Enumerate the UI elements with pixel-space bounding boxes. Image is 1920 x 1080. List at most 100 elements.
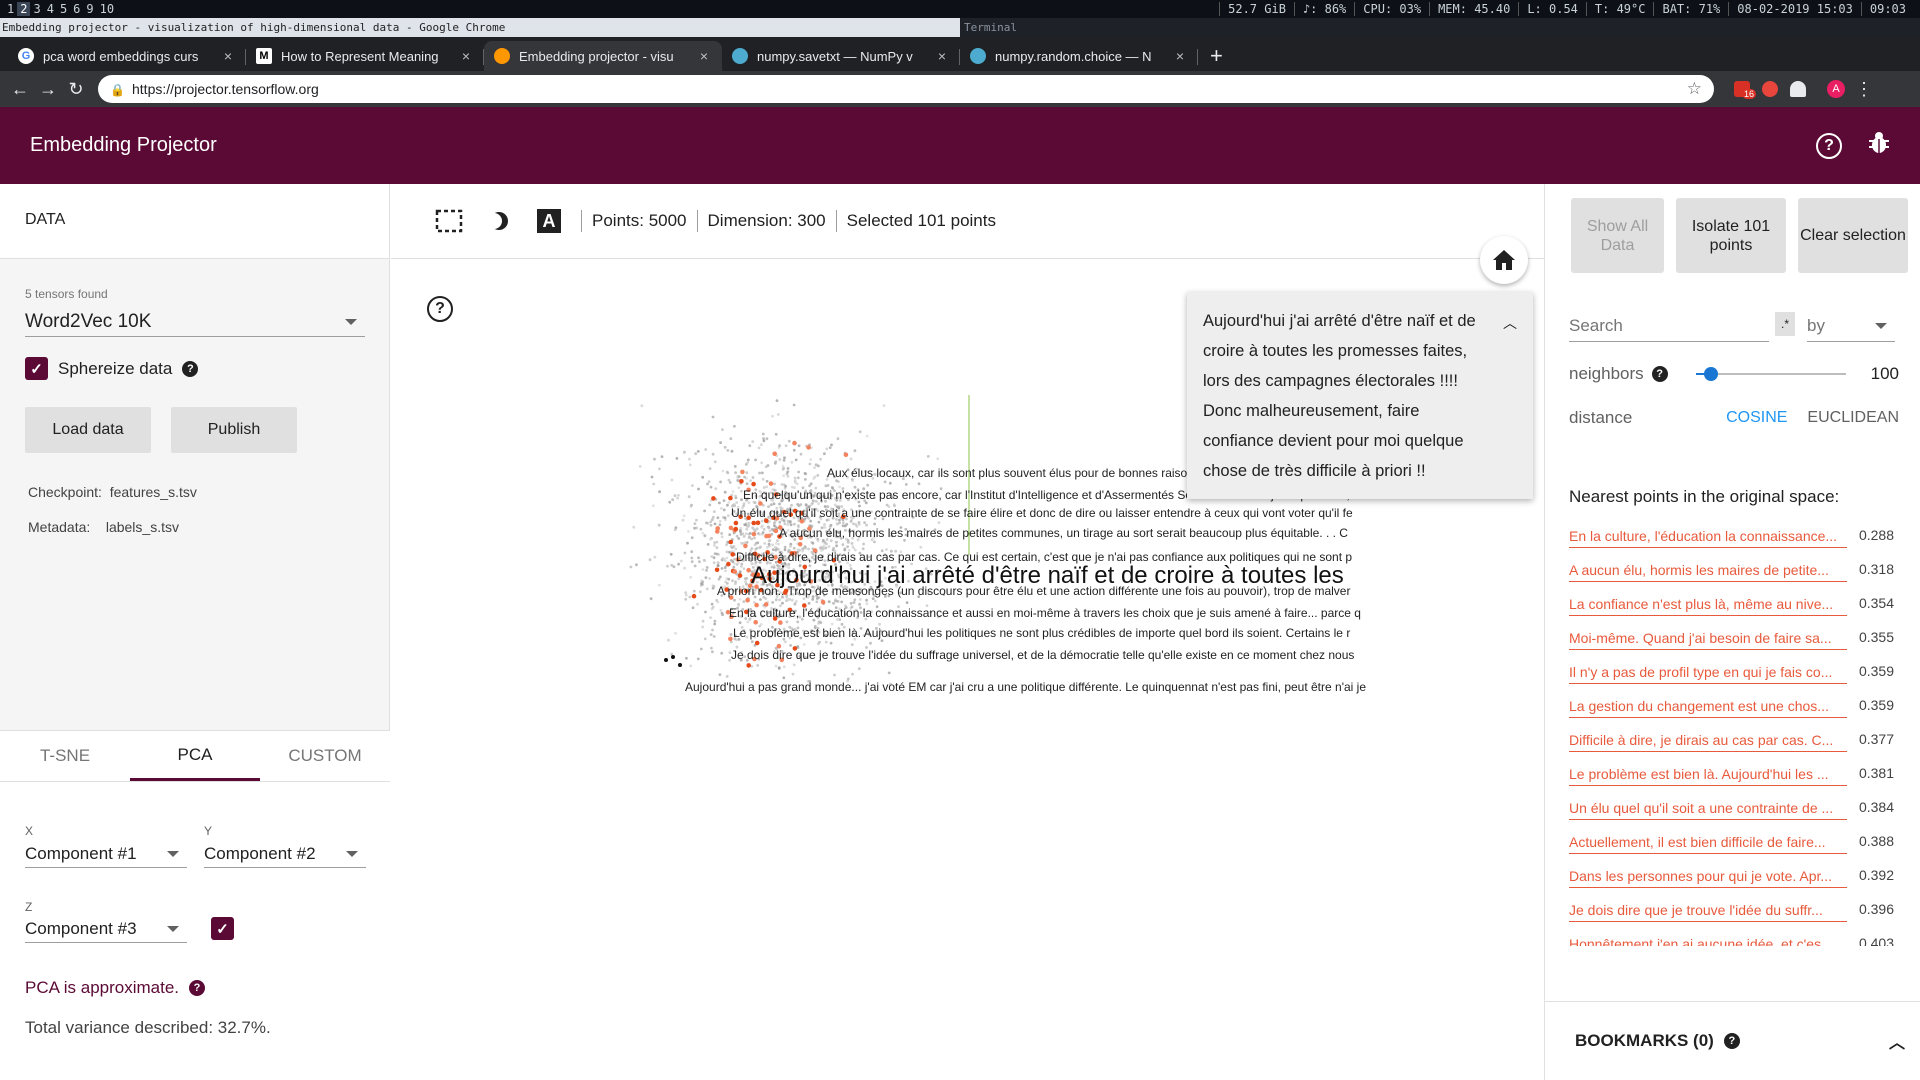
embedding-point[interactable] bbox=[746, 461, 749, 464]
embedding-point[interactable] bbox=[857, 667, 861, 671]
embedding-point[interactable] bbox=[713, 622, 717, 626]
nearest-point-label[interactable]: Honnêtement j'en ai aucune idée, et c'es… bbox=[1569, 934, 1847, 946]
embedding-point[interactable] bbox=[754, 458, 757, 462]
embedding-point[interactable] bbox=[726, 449, 730, 452]
embedding-point[interactable] bbox=[711, 605, 715, 609]
embedding-point[interactable] bbox=[751, 476, 755, 479]
embedding-point[interactable] bbox=[714, 487, 718, 490]
embedding-point[interactable] bbox=[883, 480, 887, 484]
embedding-point[interactable] bbox=[760, 525, 763, 529]
embedding-point[interactable] bbox=[744, 580, 747, 584]
address-bar[interactable]: 🔒 https://projector.tensorflow.org ☆ bbox=[98, 75, 1714, 103]
embedding-point[interactable] bbox=[744, 532, 748, 535]
embedding-point[interactable] bbox=[685, 656, 688, 660]
embedding-point[interactable] bbox=[715, 546, 719, 549]
embedding-point[interactable] bbox=[782, 467, 785, 470]
clear-selection-button[interactable]: Clear selection bbox=[1798, 198, 1908, 273]
close-tab-icon[interactable]: × bbox=[458, 48, 474, 64]
selected-point[interactable] bbox=[691, 593, 697, 599]
workspace-6[interactable]: 6 bbox=[70, 2, 83, 16]
embedding-point[interactable] bbox=[778, 502, 781, 506]
embedding-point[interactable] bbox=[789, 520, 792, 524]
embedding-point[interactable] bbox=[699, 647, 703, 651]
embedding-point[interactable] bbox=[629, 565, 633, 569]
embedding-point[interactable] bbox=[775, 399, 779, 402]
embedding-point[interactable] bbox=[736, 479, 740, 482]
embedding-point[interactable] bbox=[761, 432, 765, 436]
embedding-point[interactable] bbox=[732, 565, 736, 569]
embedding-point[interactable] bbox=[747, 536, 751, 540]
embedding-point[interactable] bbox=[782, 676, 786, 680]
embedding-point[interactable] bbox=[650, 475, 654, 479]
embedding-point[interactable] bbox=[712, 510, 716, 513]
embedding-point[interactable] bbox=[721, 428, 724, 431]
embedding-point[interactable] bbox=[735, 534, 739, 538]
embedding-point[interactable] bbox=[658, 583, 661, 587]
embedding-point[interactable] bbox=[745, 471, 749, 475]
embedding-point[interactable] bbox=[761, 477, 765, 481]
embedding-point[interactable] bbox=[738, 597, 742, 601]
embedding-point[interactable] bbox=[713, 544, 716, 547]
embedding-point[interactable] bbox=[772, 502, 776, 506]
nearest-point-row[interactable]: Difficile à dire, je dirais au cas par c… bbox=[1569, 718, 1894, 752]
embedding-point[interactable] bbox=[849, 457, 853, 461]
embedding-point[interactable] bbox=[696, 602, 699, 606]
embedding-point[interactable] bbox=[670, 563, 674, 567]
browser-tab[interactable]: Embedding projector - visu × bbox=[484, 41, 722, 71]
embedding-point[interactable] bbox=[858, 598, 862, 601]
embedding-point[interactable] bbox=[760, 461, 764, 465]
embedding-point[interactable] bbox=[833, 673, 836, 677]
embedding-point[interactable] bbox=[712, 585, 716, 588]
embedding-point[interactable] bbox=[782, 483, 786, 487]
embedding-point[interactable] bbox=[835, 544, 838, 548]
embedding-point[interactable] bbox=[827, 545, 831, 548]
embedding-point[interactable] bbox=[780, 483, 784, 486]
nearest-point-row[interactable]: Honnêtement j'en ai aucune idée, et c'es… bbox=[1569, 922, 1894, 946]
embedding-point[interactable] bbox=[792, 448, 796, 452]
selected-point[interactable] bbox=[740, 469, 745, 475]
embedding-point[interactable] bbox=[681, 518, 685, 522]
nearest-point-row[interactable]: En la culture, l'éducation la connaissan… bbox=[1569, 514, 1894, 548]
embedding-point[interactable] bbox=[677, 562, 680, 566]
embedding-point[interactable] bbox=[729, 633, 733, 636]
embedding-point[interactable] bbox=[765, 479, 769, 483]
embedding-point[interactable] bbox=[778, 520, 782, 524]
reload-icon[interactable]: ↻ bbox=[62, 79, 90, 100]
embedding-point[interactable] bbox=[682, 514, 686, 518]
embedding-point[interactable] bbox=[700, 582, 703, 586]
embedding-point[interactable] bbox=[789, 545, 792, 548]
embedding-point[interactable] bbox=[737, 486, 741, 490]
embedding-point[interactable] bbox=[719, 608, 723, 612]
embedding-point[interactable] bbox=[782, 458, 786, 462]
embedding-point[interactable] bbox=[701, 619, 705, 623]
embedding-point[interactable] bbox=[635, 563, 638, 567]
z-enable-checkbox[interactable]: ✓ bbox=[211, 917, 234, 940]
embedding-point[interactable] bbox=[726, 514, 730, 518]
embedding-point[interactable] bbox=[778, 458, 782, 461]
embedding-point[interactable] bbox=[742, 600, 746, 603]
workspace-5[interactable]: 5 bbox=[57, 2, 70, 16]
embedding-point[interactable] bbox=[743, 577, 747, 580]
selected-point[interactable] bbox=[730, 552, 735, 557]
show-all-data-button[interactable]: Show All Data bbox=[1571, 198, 1664, 273]
embedding-point[interactable] bbox=[701, 531, 705, 535]
workspace-switcher[interactable]: 1 2 3 4 5 6 9 10 bbox=[0, 2, 117, 16]
terminal-title[interactable]: Terminal bbox=[960, 18, 1017, 37]
embedding-point[interactable] bbox=[825, 447, 829, 451]
embedding-point[interactable] bbox=[862, 542, 865, 546]
embedding-point[interactable] bbox=[739, 526, 743, 530]
nearest-point-row[interactable]: Je dois dire que je trouve l'idée du suf… bbox=[1569, 888, 1894, 922]
embedding-point[interactable] bbox=[716, 564, 720, 567]
embedding-point[interactable] bbox=[690, 556, 694, 560]
embedding-point[interactable] bbox=[710, 518, 714, 522]
embedding-point[interactable] bbox=[768, 529, 772, 533]
embedding-point[interactable] bbox=[745, 527, 749, 531]
embedding-point[interactable] bbox=[727, 478, 731, 482]
embedding-point[interactable] bbox=[711, 452, 715, 456]
embedding-point[interactable] bbox=[767, 542, 771, 546]
embedding-point[interactable] bbox=[824, 640, 828, 644]
embedding-point[interactable] bbox=[812, 477, 816, 480]
embedding-point[interactable] bbox=[746, 620, 750, 624]
embedding-point[interactable] bbox=[731, 579, 734, 583]
embedding-point[interactable] bbox=[750, 640, 754, 644]
